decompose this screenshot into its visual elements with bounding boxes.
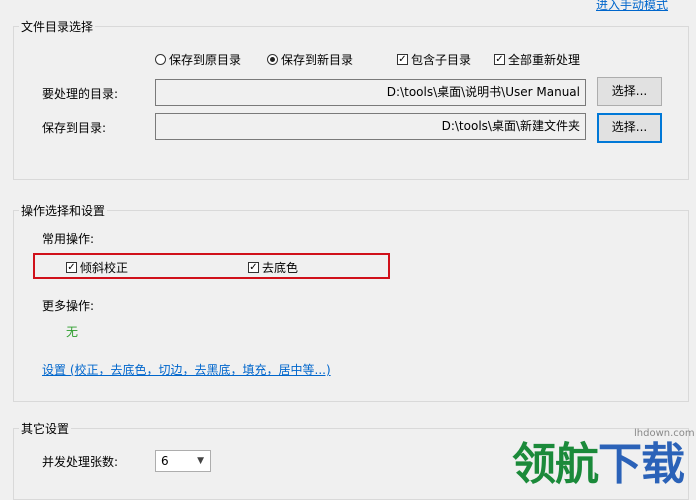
include-subdir-label: 包含子目录 <box>411 53 472 67</box>
save-new-radio[interactable]: 保存到新目录 <box>267 51 353 68</box>
deskew-label: 倾斜校正 <box>80 261 129 275</box>
deskew-checkbox[interactable]: ✓ 倾斜校正 <box>66 259 128 276</box>
chevron-down-icon: ▼ <box>197 456 204 466</box>
more-ops-label: 更多操作: <box>42 299 95 313</box>
checkbox-checked-icon: ✓ <box>248 262 259 273</box>
watermark-char-4: 载 <box>641 439 685 490</box>
dest-dir-field[interactable]: D:\tools\桌面\新建文件夹 <box>155 113 586 140</box>
operations-group-title: 操作选择和设置 <box>19 202 108 219</box>
watermark-logo: 领航下载 <box>512 428 685 492</box>
radio-unchecked-icon <box>155 54 166 65</box>
concurrency-label: 并发处理张数: <box>42 455 119 469</box>
more-ops-value: 无 <box>66 325 79 339</box>
source-dir-value: D:\tools\桌面\说明书\User Manual <box>386 85 580 99</box>
settings-link[interactable]: 设置 (校正，去底色，切边，去黑底，填充，居中等...) <box>42 361 331 378</box>
source-dir-label: 要处理的目录: <box>42 87 119 101</box>
save-original-label: 保存到原目录 <box>169 53 242 67</box>
remove-bg-label: 去底色 <box>262 261 299 275</box>
dest-dir-label: 保存到目录: <box>42 121 107 135</box>
reprocess-all-label: 全部重新处理 <box>508 53 581 67</box>
reprocess-all-checkbox[interactable]: ✓ 全部重新处理 <box>494 51 580 68</box>
concurrency-value: 6 <box>161 454 169 468</box>
save-original-radio[interactable]: 保存到原目录 <box>155 51 241 68</box>
concurrency-select[interactable]: 6 ▼ <box>155 450 211 472</box>
save-new-label: 保存到新目录 <box>281 53 354 67</box>
watermark-char-2: 航 <box>555 439 599 490</box>
include-subdir-checkbox[interactable]: ✓ 包含子目录 <box>397 51 471 68</box>
manual-mode-link[interactable]: 进入手动模式 <box>596 0 668 13</box>
choose-source-button[interactable]: 选择... <box>597 77 662 106</box>
choose-dest-button[interactable]: 选择... <box>597 113 662 143</box>
remove-bg-checkbox[interactable]: ✓ 去底色 <box>248 259 298 276</box>
checkbox-checked-icon: ✓ <box>66 262 77 273</box>
checkbox-checked-icon: ✓ <box>397 54 408 65</box>
file-directory-group-title: 文件目录选择 <box>19 18 96 35</box>
common-ops-label: 常用操作: <box>42 232 95 246</box>
watermark-char-1: 领 <box>512 439 556 490</box>
watermark-char-3: 下 <box>598 439 642 490</box>
source-dir-field[interactable]: D:\tools\桌面\说明书\User Manual <box>155 79 586 106</box>
dest-dir-value: D:\tools\桌面\新建文件夹 <box>441 119 580 133</box>
other-settings-group-title: 其它设置 <box>19 420 72 437</box>
checkbox-checked-icon: ✓ <box>494 54 505 65</box>
radio-checked-icon <box>267 54 278 65</box>
